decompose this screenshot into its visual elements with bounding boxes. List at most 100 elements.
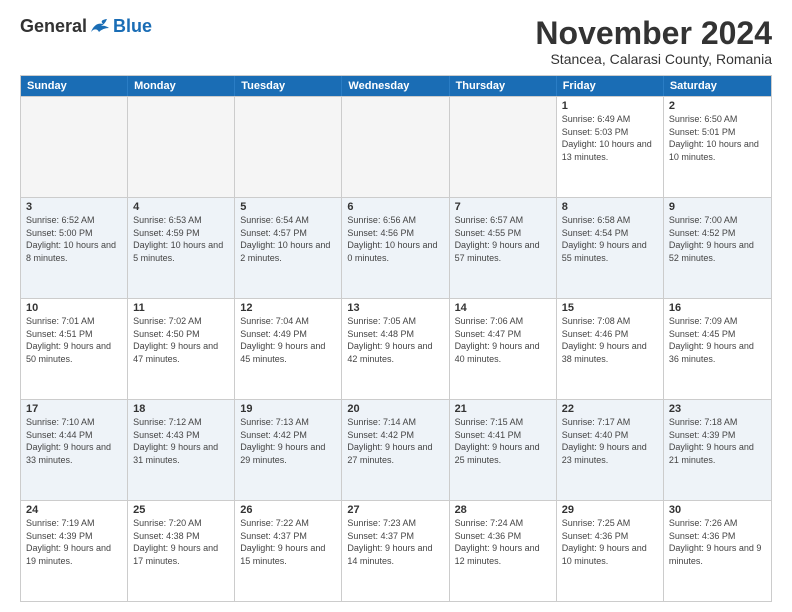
day-number: 28 xyxy=(455,504,551,516)
cal-row-0: 1 Sunrise: 6:49 AM Sunset: 5:03 PM Daylig… xyxy=(21,96,771,197)
cal-cell-empty xyxy=(450,97,557,197)
day-number: 19 xyxy=(240,403,336,415)
calendar-body: 1 Sunrise: 6:49 AM Sunset: 5:03 PM Daylig… xyxy=(21,96,771,601)
day-number: 16 xyxy=(669,302,766,314)
cal-cell-day-28: 28 Sunrise: 7:24 AM Sunset: 4:36 PM Dayli… xyxy=(450,501,557,601)
logo-text: General Blue xyxy=(20,16,152,37)
day-info: Sunrise: 7:14 AM Sunset: 4:42 PM Dayligh… xyxy=(347,417,432,465)
cal-row-1: 3 Sunrise: 6:52 AM Sunset: 5:00 PM Daylig… xyxy=(21,197,771,298)
day-info: Sunrise: 7:08 AM Sunset: 4:46 PM Dayligh… xyxy=(562,316,647,364)
cal-cell-empty xyxy=(342,97,449,197)
day-number: 12 xyxy=(240,302,336,314)
cal-cell-day-14: 14Sunrise: 7:06 AM Sunset: 4:47 PM Dayli… xyxy=(450,299,557,399)
cal-row-3: 17 Sunrise: 7:10 AM Sunset: 4:44 PM Dayli… xyxy=(21,399,771,500)
header-thursday: Thursday xyxy=(450,76,557,96)
title-section: November 2024 Stancea, Calarasi County, … xyxy=(535,16,772,67)
day-number: 10 xyxy=(26,302,122,314)
cal-cell-day-30: 30 Sunrise: 7:26 AM Sunset: 4:36 PM Dayli… xyxy=(664,501,771,601)
day-number: 24 xyxy=(26,504,122,516)
day-info: Sunrise: 6:52 AM Sunset: 5:00 PM Dayligh… xyxy=(26,215,116,263)
day-info: Sunrise: 7:24 AM Sunset: 4:36 PM Dayligh… xyxy=(455,518,540,566)
header: General Blue November 2024 Stancea, Cala… xyxy=(20,16,772,67)
day-number: 26 xyxy=(240,504,336,516)
day-info: Sunrise: 7:00 AM Sunset: 4:52 PM Dayligh… xyxy=(669,215,754,263)
subtitle: Stancea, Calarasi County, Romania xyxy=(535,51,772,67)
day-number: 8 xyxy=(562,201,658,213)
cal-cell-day-29: 29 Sunrise: 7:25 AM Sunset: 4:36 PM Dayli… xyxy=(557,501,664,601)
day-info: Sunrise: 7:23 AM Sunset: 4:37 PM Dayligh… xyxy=(347,518,432,566)
day-number: 17 xyxy=(26,403,122,415)
cal-cell-empty xyxy=(21,97,128,197)
calendar: Sunday Monday Tuesday Wednesday Thursday… xyxy=(20,75,772,602)
cal-cell-day-8: 8 Sunrise: 6:58 AM Sunset: 4:54 PM Daylig… xyxy=(557,198,664,298)
cal-cell-day-17: 17 Sunrise: 7:10 AM Sunset: 4:44 PM Dayli… xyxy=(21,400,128,500)
cal-cell-day-10: 10 Sunrise: 7:01 AM Sunset: 4:51 PM Dayli… xyxy=(21,299,128,399)
header-saturday: Saturday xyxy=(664,76,771,96)
day-info: Sunrise: 7:17 AM Sunset: 4:40 PM Dayligh… xyxy=(562,417,647,465)
cal-row-2: 10 Sunrise: 7:01 AM Sunset: 4:51 PM Dayli… xyxy=(21,298,771,399)
day-info: Sunrise: 6:56 AM Sunset: 4:56 PM Dayligh… xyxy=(347,215,437,263)
day-number: 30 xyxy=(669,504,766,516)
calendar-header: Sunday Monday Tuesday Wednesday Thursday… xyxy=(21,76,771,96)
cal-cell-empty xyxy=(128,97,235,197)
day-number: 1 xyxy=(562,100,658,112)
cal-cell-day-2: 2 Sunrise: 6:50 AM Sunset: 5:01 PM Daylig… xyxy=(664,97,771,197)
day-number: 18 xyxy=(133,403,229,415)
cal-cell-day-27: 27Sunrise: 7:23 AM Sunset: 4:37 PM Dayli… xyxy=(342,501,449,601)
day-number: 29 xyxy=(562,504,658,516)
day-info: Sunrise: 7:13 AM Sunset: 4:42 PM Dayligh… xyxy=(240,417,325,465)
day-number: 25 xyxy=(133,504,229,516)
day-number: 13 xyxy=(347,302,443,314)
cal-cell-day-7: 7 Sunrise: 6:57 AM Sunset: 4:55 PM Daylig… xyxy=(450,198,557,298)
cal-cell-day-12: 12 Sunrise: 7:04 AM Sunset: 4:49 PM Dayli… xyxy=(235,299,342,399)
day-info: Sunrise: 7:04 AM Sunset: 4:49 PM Dayligh… xyxy=(240,316,325,364)
day-number: 6 xyxy=(347,201,443,213)
cal-cell-day-19: 19 Sunrise: 7:13 AM Sunset: 4:42 PM Dayli… xyxy=(235,400,342,500)
day-info: Sunrise: 7:19 AM Sunset: 4:39 PM Dayligh… xyxy=(26,518,111,566)
day-number: 11 xyxy=(133,302,229,314)
day-info: Sunrise: 6:58 AM Sunset: 4:54 PM Dayligh… xyxy=(562,215,647,263)
cal-row-4: 24 Sunrise: 7:19 AM Sunset: 4:39 PM Dayli… xyxy=(21,500,771,601)
day-number: 22 xyxy=(562,403,658,415)
day-info: Sunrise: 6:53 AM Sunset: 4:59 PM Dayligh… xyxy=(133,215,223,263)
cal-cell-day-22: 22 Sunrise: 7:17 AM Sunset: 4:40 PM Dayli… xyxy=(557,400,664,500)
day-info: Sunrise: 7:25 AM Sunset: 4:36 PM Dayligh… xyxy=(562,518,647,566)
day-info: Sunrise: 6:54 AM Sunset: 4:57 PM Dayligh… xyxy=(240,215,330,263)
day-number: 2 xyxy=(669,100,766,112)
day-info: Sunrise: 7:12 AM Sunset: 4:43 PM Dayligh… xyxy=(133,417,218,465)
cal-cell-day-26: 26 Sunrise: 7:22 AM Sunset: 4:37 PM Dayli… xyxy=(235,501,342,601)
cal-cell-day-20: 20 Sunrise: 7:14 AM Sunset: 4:42 PM Dayli… xyxy=(342,400,449,500)
day-number: 7 xyxy=(455,201,551,213)
day-info: Sunrise: 6:49 AM Sunset: 5:03 PM Dayligh… xyxy=(562,114,652,162)
day-number: 21 xyxy=(455,403,551,415)
day-info: Sunrise: 6:50 AM Sunset: 5:01 PM Dayligh… xyxy=(669,114,759,162)
cal-cell-day-16: 16Sunrise: 7:09 AM Sunset: 4:45 PM Dayli… xyxy=(664,299,771,399)
logo-blue: Blue xyxy=(113,16,152,37)
day-number: 4 xyxy=(133,201,229,213)
cal-cell-day-18: 18 Sunrise: 7:12 AM Sunset: 4:43 PM Dayli… xyxy=(128,400,235,500)
day-info: Sunrise: 7:26 AM Sunset: 4:36 PM Dayligh… xyxy=(669,518,762,566)
day-info: Sunrise: 7:15 AM Sunset: 4:41 PM Dayligh… xyxy=(455,417,540,465)
day-info: Sunrise: 7:22 AM Sunset: 4:37 PM Dayligh… xyxy=(240,518,325,566)
cal-cell-empty xyxy=(235,97,342,197)
day-info: Sunrise: 6:57 AM Sunset: 4:55 PM Dayligh… xyxy=(455,215,540,263)
cal-cell-day-9: 9Sunrise: 7:00 AM Sunset: 4:52 PM Daylig… xyxy=(664,198,771,298)
day-info: Sunrise: 7:10 AM Sunset: 4:44 PM Dayligh… xyxy=(26,417,111,465)
logo-bird-icon xyxy=(89,18,111,36)
cal-cell-day-13: 13Sunrise: 7:05 AM Sunset: 4:48 PM Dayli… xyxy=(342,299,449,399)
cal-cell-day-21: 21 Sunrise: 7:15 AM Sunset: 4:41 PM Dayli… xyxy=(450,400,557,500)
cal-cell-day-24: 24 Sunrise: 7:19 AM Sunset: 4:39 PM Dayli… xyxy=(21,501,128,601)
day-number: 20 xyxy=(347,403,443,415)
day-info: Sunrise: 7:01 AM Sunset: 4:51 PM Dayligh… xyxy=(26,316,111,364)
day-number: 5 xyxy=(240,201,336,213)
header-wednesday: Wednesday xyxy=(342,76,449,96)
day-number: 3 xyxy=(26,201,122,213)
cal-cell-day-6: 6 Sunrise: 6:56 AM Sunset: 4:56 PM Daylig… xyxy=(342,198,449,298)
cal-cell-day-4: 4 Sunrise: 6:53 AM Sunset: 4:59 PM Daylig… xyxy=(128,198,235,298)
cal-cell-day-5: 5 Sunrise: 6:54 AM Sunset: 4:57 PM Daylig… xyxy=(235,198,342,298)
page: General Blue November 2024 Stancea, Cala… xyxy=(0,0,792,612)
cal-cell-day-3: 3 Sunrise: 6:52 AM Sunset: 5:00 PM Daylig… xyxy=(21,198,128,298)
day-number: 23 xyxy=(669,403,766,415)
cal-cell-day-1: 1 Sunrise: 6:49 AM Sunset: 5:03 PM Daylig… xyxy=(557,97,664,197)
cal-cell-day-23: 23Sunrise: 7:18 AM Sunset: 4:39 PM Dayli… xyxy=(664,400,771,500)
